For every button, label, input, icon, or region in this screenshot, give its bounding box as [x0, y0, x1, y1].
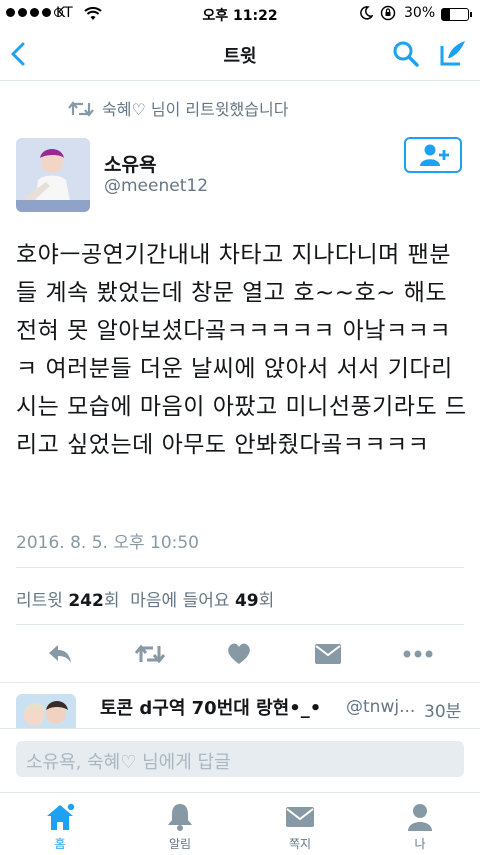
retweet-count[interactable]: 242 [68, 591, 104, 611]
orientation-lock-icon [380, 5, 396, 21]
tab-messages[interactable]: 쪽지 [260, 793, 340, 855]
avatar[interactable] [16, 138, 90, 212]
divider [16, 567, 464, 568]
tab-bar: 홈 알림 쪽지 나 [0, 792, 480, 855]
home-icon [47, 802, 76, 830]
like-unit: 회 [258, 591, 275, 611]
like-label: 마음에 들어요 [130, 591, 230, 611]
follow-button[interactable] [404, 137, 462, 173]
reply-icon[interactable] [40, 634, 80, 674]
reply-author-handle[interactable]: @tnwj... [346, 697, 415, 717]
tab-notifications-label: 알림 [168, 837, 192, 851]
tweet-text: 호야ㅡ공연기간내내 차타고 지나다니며 팬분들 계속 봤었는데 창문 열고 호~… [16, 242, 467, 458]
tab-home-label: 홈 [54, 837, 66, 851]
battery-icon [441, 8, 469, 21]
like-count[interactable]: 49 [235, 591, 259, 611]
envelope-icon [286, 807, 314, 827]
tab-notifications[interactable]: 알림 [140, 793, 220, 855]
reply-avatar[interactable] [16, 694, 76, 728]
direct-message-icon[interactable] [308, 634, 348, 674]
divider [0, 682, 480, 683]
reply-author-name[interactable]: 토콘 d구역 70번대 랑현•_• [100, 694, 321, 720]
person-icon [408, 804, 432, 831]
tab-messages-label: 쪽지 [288, 837, 312, 851]
divider [16, 624, 464, 625]
bell-icon [168, 804, 192, 831]
tab-home[interactable]: 홈 [20, 793, 100, 855]
battery-percent: 30% [404, 5, 436, 21]
reply-input-placeholder: 소유욕, 숙혜♡ 님에게 답글 [26, 752, 231, 773]
more-options-icon[interactable] [398, 634, 438, 674]
retweet-unit: 회 [103, 591, 120, 611]
tweet-timestamp: 2016. 8. 5. 오후 10:50 [16, 533, 199, 553]
add-user-icon [420, 144, 449, 166]
author-handle[interactable]: @meenet12 [104, 176, 208, 196]
reply-timestamp: 30분 [424, 702, 462, 722]
like-heart-icon[interactable] [219, 634, 259, 674]
status-bar: KT 오후 11:22 30% [0, 0, 480, 28]
compose-icon[interactable] [438, 38, 468, 68]
nav-bar: 트윗 [0, 28, 480, 81]
search-icon[interactable] [392, 40, 420, 68]
tab-me[interactable]: 나 [380, 793, 460, 855]
retweet-notice: 숙혜♡ 님이 리트윗했습니다 [102, 100, 289, 119]
retweet-icon[interactable] [130, 634, 170, 674]
tweet-stats: 리트윗 242회 마음에 들어요 49회 [16, 586, 274, 611]
retweet-label: 리트윗 [16, 591, 63, 611]
tweet-actions [0, 634, 480, 674]
retweet-small-icon [68, 101, 94, 117]
author-name[interactable]: 소유욕 [104, 150, 156, 177]
moon-icon [360, 6, 373, 20]
tab-me-label: 나 [414, 837, 426, 851]
